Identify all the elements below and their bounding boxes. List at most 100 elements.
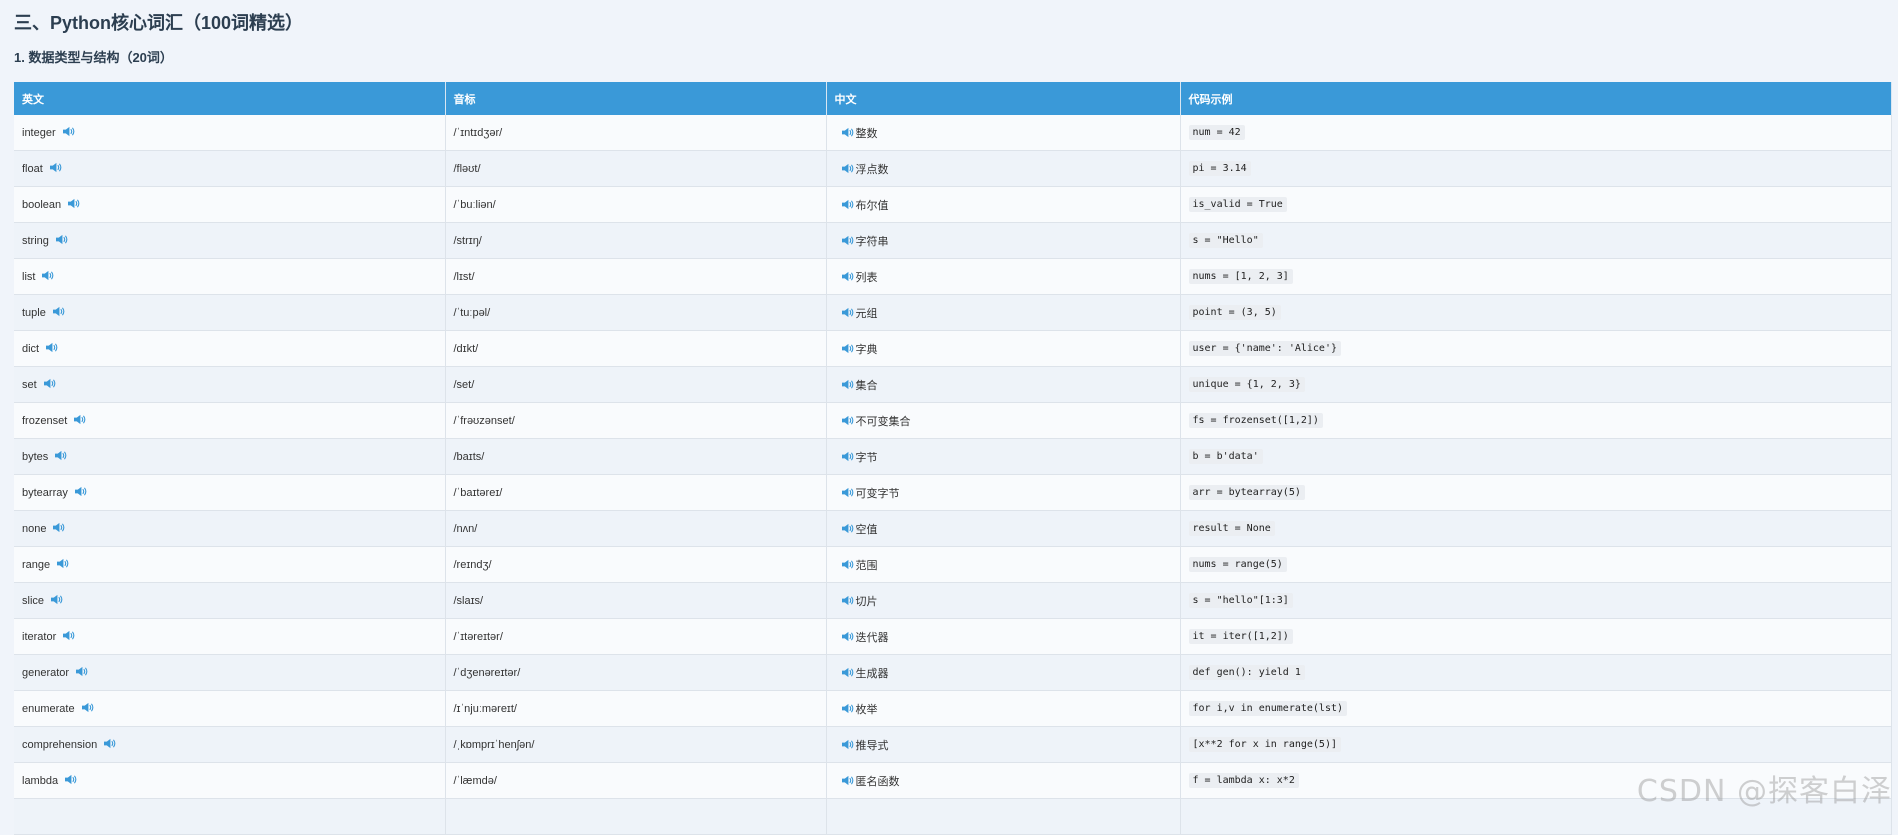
speaker-icon[interactable] (841, 199, 854, 210)
english-cell: float (14, 150, 446, 187)
speaker-icon[interactable] (62, 630, 75, 641)
english-word: range (22, 559, 51, 571)
code-example: f = lambda x: x*2 (1188, 773, 1299, 788)
speaker-icon[interactable] (841, 703, 854, 714)
phonetic-text: /reɪndʒ/ (453, 558, 492, 571)
speaker-icon[interactable] (52, 306, 65, 317)
speaker-icon[interactable] (56, 558, 69, 569)
speaker-icon[interactable] (841, 307, 854, 318)
phonetic-cell: /lɪst/ (445, 258, 827, 295)
table-row: set/set/集合 unique = {1, 2, 3} (14, 366, 1892, 403)
chinese-cell: 范围 (826, 546, 1181, 583)
code-example: nums = range(5) (1188, 557, 1287, 572)
speaker-icon[interactable] (841, 343, 854, 354)
chinese-word: 匿名函数 (855, 775, 900, 788)
speaker-icon[interactable] (74, 486, 87, 497)
table-row: none/nʌn/空值 result = None (14, 510, 1892, 547)
phonetic-text: /ˈbaɪtəreɪ/ (453, 486, 503, 499)
speaker-icon[interactable] (841, 415, 854, 426)
code-example: b = b'data' (1188, 449, 1263, 464)
sub-title: 1. 数据类型与结构（20词） (14, 50, 173, 65)
chinese-cell: 列表 (826, 258, 1181, 295)
speaker-icon[interactable] (841, 595, 854, 606)
english-cell: tuple (14, 294, 446, 331)
table-header-row: 英文 音标 中文 代码示例 (14, 82, 1892, 115)
code-example: s = "Hello" (1188, 233, 1263, 248)
english-cell: slice (14, 582, 446, 619)
speaker-icon[interactable] (103, 738, 116, 749)
table-row: boolean/ˈbuːliən/布尔值 is_valid = True (14, 186, 1892, 223)
table-row: string/strɪŋ/字符串 s = "Hello" (14, 222, 1892, 259)
speaker-icon[interactable] (81, 702, 94, 713)
speaker-icon[interactable] (841, 523, 854, 534)
code-example: [x**2 for x in range(5)] (1188, 737, 1341, 752)
chinese-cell: 字符串 (826, 222, 1181, 259)
speaker-icon[interactable] (841, 775, 854, 786)
english-cell: range (14, 546, 446, 583)
chinese-word: 布尔值 (855, 199, 889, 212)
speaker-icon[interactable] (75, 666, 88, 677)
english-cell: generator (14, 654, 446, 691)
speaker-icon[interactable] (43, 378, 56, 389)
speaker-icon[interactable] (55, 234, 68, 245)
speaker-icon[interactable] (841, 631, 854, 642)
speaker-icon[interactable] (64, 774, 77, 785)
code-cell: fs = frozenset([1,2]) (1180, 402, 1892, 439)
english-word: iterator (22, 631, 57, 643)
speaker-icon[interactable] (52, 522, 65, 533)
speaker-icon[interactable] (67, 198, 80, 209)
speaker-icon[interactable] (841, 667, 854, 678)
chinese-word: 可变字节 (855, 487, 900, 500)
english-word: boolean (22, 199, 62, 211)
phonetic-cell: /dɪkt/ (445, 330, 827, 367)
code-cell: s = "hello"[1:3] (1180, 582, 1892, 619)
phonetic-cell: /baɪts/ (445, 438, 827, 475)
speaker-icon[interactable] (41, 270, 54, 281)
speaker-icon[interactable] (841, 451, 854, 462)
english-cell: none (14, 510, 446, 547)
speaker-icon[interactable] (841, 163, 854, 174)
speaker-icon[interactable] (54, 450, 67, 461)
english-word: generator (22, 667, 70, 679)
phonetic-cell: /reɪndʒ/ (445, 546, 827, 583)
phonetic-cell: /ˈfrəʊzənset/ (445, 402, 827, 439)
chinese-word: 范围 (855, 559, 878, 572)
speaker-icon[interactable] (45, 342, 58, 353)
table-body: integer/ˈɪntɪdʒər/整数 num = 42 float/fləʊt/… (14, 115, 1892, 835)
speaker-icon[interactable] (841, 127, 854, 138)
english-word: enumerate (22, 703, 75, 715)
speaker-icon[interactable] (841, 379, 854, 390)
phonetic-text: /ˌkɒmprɪˈhenʃən/ (453, 738, 535, 751)
speaker-icon[interactable] (62, 126, 75, 137)
speaker-icon[interactable] (73, 414, 86, 425)
english-cell: boolean (14, 186, 446, 223)
table-row: range/reɪndʒ/范围 nums = range(5) (14, 546, 1892, 583)
english-word: integer (22, 127, 56, 139)
chinese-cell: 元组 (826, 294, 1181, 331)
chinese-cell: 生成器 (826, 654, 1181, 691)
table-row: float/fləʊt/浮点数 pi = 3.14 (14, 150, 1892, 187)
phonetic-text: /strɪŋ/ (453, 234, 482, 247)
table-row: bytearray/ˈbaɪtəreɪ/可变字节 arr = bytearray(… (14, 474, 1892, 511)
chinese-cell: 不可变集合 (826, 402, 1181, 439)
speaker-icon[interactable] (841, 235, 854, 246)
speaker-icon[interactable] (841, 559, 854, 570)
phonetic-cell: /ɪˈnjuːməreɪt/ (445, 690, 827, 727)
header-chinese: 中文 (826, 82, 1181, 115)
speaker-icon[interactable] (841, 487, 854, 498)
english-word: none (22, 523, 47, 535)
english-cell: set (14, 366, 446, 403)
chinese-word: 枚举 (855, 703, 878, 716)
phonetic-cell: /fləʊt/ (445, 150, 827, 187)
phonetic-text: /slaɪs/ (453, 594, 484, 607)
speaker-icon[interactable] (50, 594, 63, 605)
speaker-icon[interactable] (841, 271, 854, 282)
code-cell: user = {'name': 'Alice'} (1180, 330, 1892, 367)
chinese-cell: 字节 (826, 438, 1181, 475)
code-example: for i,v in enumerate(lst) (1188, 701, 1348, 716)
speaker-icon[interactable] (841, 739, 854, 750)
code-cell: point = (3, 5) (1180, 294, 1892, 331)
code-cell: [x**2 for x in range(5)] (1180, 726, 1892, 763)
english-cell: comprehension (14, 726, 446, 763)
speaker-icon[interactable] (49, 162, 62, 173)
